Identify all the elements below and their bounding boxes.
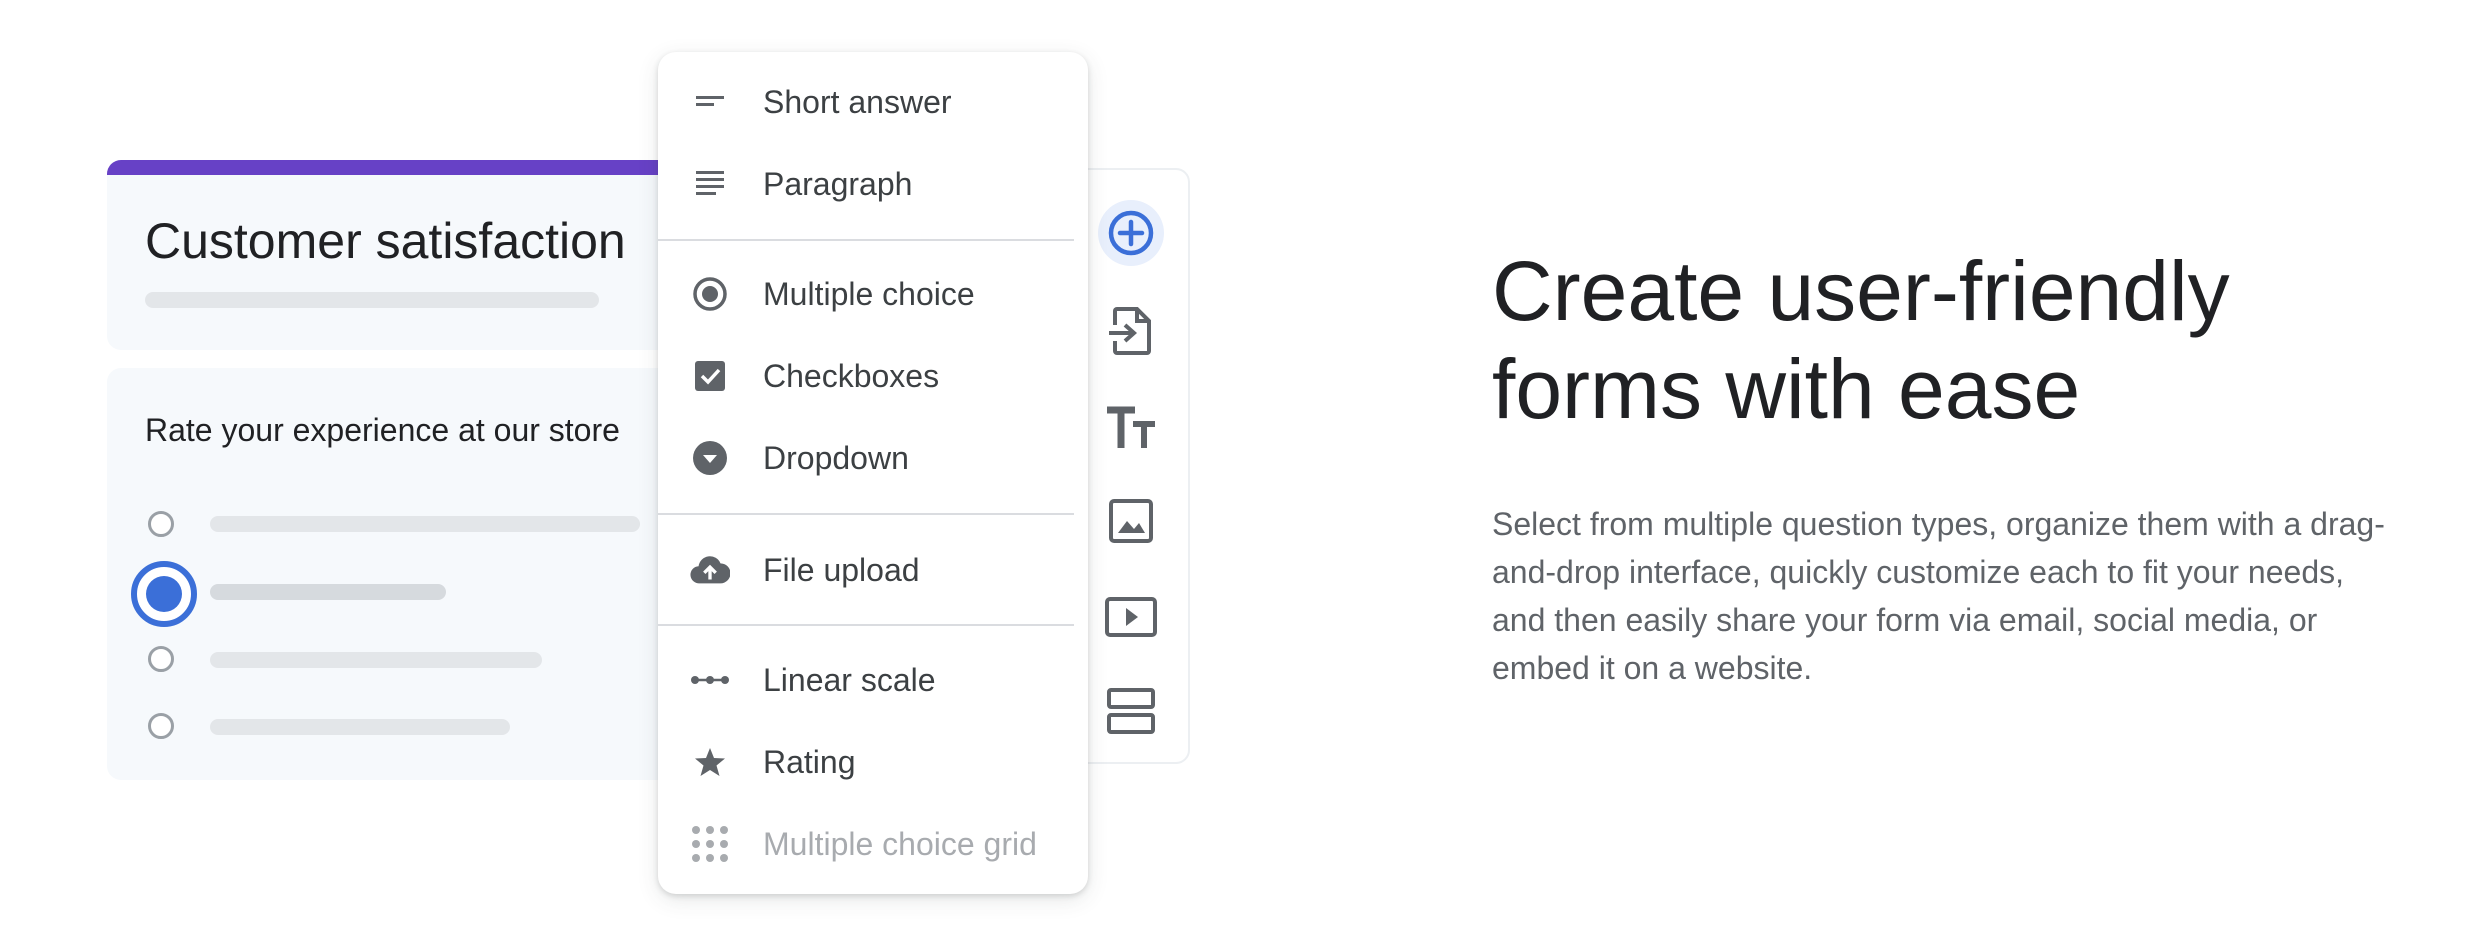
menu-item-rating[interactable]: Rating [658, 729, 1088, 795]
add-title-button[interactable] [1098, 396, 1164, 462]
radio-option-2-selected[interactable] [131, 561, 197, 627]
question-type-menu: Short answer Paragraph Multiple choice C… [658, 52, 1088, 894]
add-section-icon [1107, 688, 1155, 734]
form-title: Customer satisfaction [145, 213, 626, 269]
menu-item-short-answer[interactable]: Short answer [658, 69, 1088, 135]
add-video-icon [1105, 597, 1157, 637]
paragraph-icon [690, 164, 730, 204]
option-label-placeholder [210, 652, 542, 668]
menu-divider [658, 513, 1074, 515]
option-label-placeholder [210, 584, 446, 600]
option-label-placeholder [210, 516, 640, 532]
menu-item-label: Paragraph [763, 165, 913, 202]
linear-scale-icon [690, 660, 730, 700]
headline: Create user-friendly forms with ease [1492, 244, 2230, 436]
menu-item-label: Dropdown [763, 439, 909, 476]
import-questions-button[interactable] [1098, 298, 1164, 364]
add-question-button[interactable] [1098, 200, 1164, 266]
add-video-button[interactable] [1098, 584, 1164, 650]
menu-item-dropdown[interactable]: Dropdown [658, 425, 1088, 491]
radio-button-icon [690, 274, 730, 314]
menu-item-file-upload[interactable]: File upload [658, 537, 1088, 603]
add-title-icon [1107, 406, 1155, 448]
menu-item-label: Short answer [763, 83, 952, 120]
radio-option-4[interactable] [148, 713, 174, 739]
form-title-card: Customer satisfaction [107, 160, 707, 350]
option-label-placeholder [210, 719, 510, 735]
question-text: Rate your experience at our store [145, 412, 620, 448]
menu-item-label: Rating [763, 743, 856, 780]
menu-item-label: Multiple choice [763, 275, 975, 312]
menu-item-linear-scale[interactable]: Linear scale [658, 647, 1088, 713]
add-image-button[interactable] [1098, 488, 1164, 554]
form-description-placeholder [145, 292, 599, 308]
menu-item-multiple-choice-grid[interactable]: Multiple choice grid [658, 811, 1088, 877]
form-accent-bar [107, 160, 707, 175]
menu-divider [658, 239, 1074, 241]
dropdown-icon [690, 438, 730, 478]
add-section-button[interactable] [1098, 678, 1164, 744]
menu-item-label: Linear scale [763, 661, 936, 698]
checkbox-icon [690, 356, 730, 396]
menu-item-label: Multiple choice grid [763, 825, 1037, 862]
menu-item-paragraph[interactable]: Paragraph [658, 151, 1088, 217]
radio-option-3[interactable] [148, 646, 174, 672]
cloud-upload-icon [690, 550, 730, 590]
short-answer-icon [690, 82, 730, 122]
add-question-icon [1108, 210, 1154, 256]
import-questions-icon [1109, 307, 1151, 355]
add-image-icon [1109, 499, 1153, 543]
star-icon [690, 742, 730, 782]
menu-item-label: Checkboxes [763, 357, 940, 394]
question-card: Rate your experience at our store [107, 368, 707, 780]
menu-item-label: File upload [763, 551, 920, 588]
radio-option-1[interactable] [148, 511, 174, 537]
menu-divider [658, 624, 1074, 626]
menu-item-multiple-choice[interactable]: Multiple choice [658, 261, 1088, 327]
body-text: Select from multiple question types, org… [1492, 506, 2385, 686]
menu-item-checkboxes[interactable]: Checkboxes [658, 343, 1088, 409]
grid-icon [690, 824, 730, 864]
